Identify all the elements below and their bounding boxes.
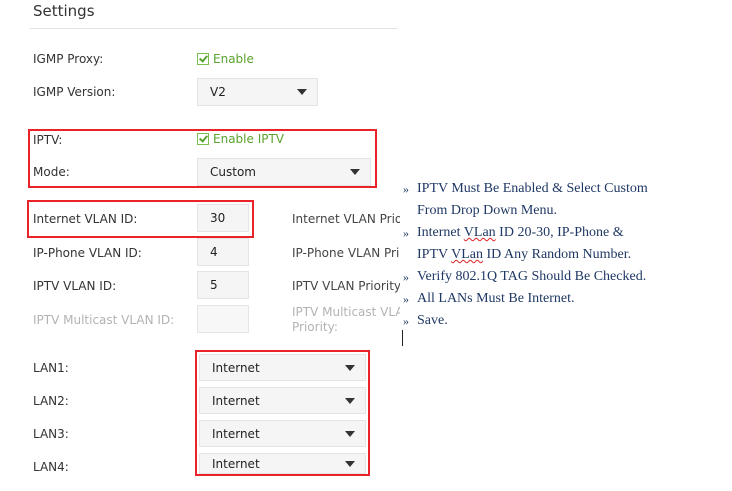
internet-vlan-priority-label: Internet VLAN Prio <box>292 212 400 226</box>
lan2-select[interactable]: Internet <box>199 387 366 414</box>
igmp-proxy-checkbox-label: Enable <box>213 52 254 66</box>
note-text: IPTV <box>417 247 452 262</box>
title-divider <box>30 28 398 29</box>
lan3-select[interactable]: Internet <box>199 420 366 447</box>
lan4-label: LAN4: <box>33 460 69 474</box>
chevron-down-icon <box>345 364 355 371</box>
iptv-vlan-input[interactable]: 5 <box>197 271 249 299</box>
multicast-priority-line2: Priority: <box>292 320 338 334</box>
igmp-version-value: V2 <box>210 85 226 99</box>
note-text: Verify 802.1Q TAG Should Be Checked. <box>417 269 647 284</box>
bullet-icon: » <box>403 226 409 240</box>
note-text: ID Any Random Number. <box>483 247 632 262</box>
igmp-version-label: IGMP Version: <box>33 85 116 99</box>
iptv-label: IPTV: <box>33 133 63 147</box>
bullet-icon: » <box>403 314 409 328</box>
note-text: From Drop Down Menu. <box>417 203 557 218</box>
phone-vlan-priority-label: IP-Phone VLAN Pri <box>292 246 400 260</box>
note-tag: » Verify 802.1Q TAG Should Be Checked. <box>403 266 728 288</box>
enable-iptv-checkbox[interactable]: Enable IPTV <box>197 132 284 146</box>
internet-vlan-input[interactable]: 30 <box>197 204 249 232</box>
lan4-value: Internet <box>212 456 260 471</box>
note-text: Save. <box>417 313 448 328</box>
lan2-label: LAN2: <box>33 394 69 408</box>
multicast-vlan-priority-label: IPTV Multicast VLA Priority: <box>292 305 400 335</box>
bullet-icon: » <box>403 182 409 196</box>
internet-vlan-label: Internet VLAN ID: <box>33 212 138 226</box>
lan1-select[interactable]: Internet <box>199 354 366 381</box>
mode-value: Custom <box>210 165 256 179</box>
note-text: VLan <box>451 247 483 262</box>
chevron-down-icon <box>350 169 360 175</box>
note-iptv-custom: » IPTV Must Be Enabled & Select Custom F… <box>403 178 728 222</box>
iptv-vlan-priority-label: IPTV VLAN Priority <box>292 279 400 293</box>
lan3-value: Internet <box>212 426 260 441</box>
page-title: Settings <box>33 2 95 20</box>
igmp-proxy-checkbox[interactable]: Enable <box>197 52 254 66</box>
chevron-down-icon <box>345 460 355 467</box>
lan1-label: LAN1: <box>33 361 69 375</box>
multicast-priority-line1: IPTV Multicast VLA <box>292 305 400 319</box>
multicast-vlan-input[interactable] <box>197 305 249 333</box>
bullet-icon: » <box>403 292 409 306</box>
note-text: Internet <box>417 225 464 240</box>
note-text: All LANs Must Be Internet. <box>417 291 575 306</box>
lan2-value: Internet <box>212 393 260 408</box>
checkbox-checked-icon <box>197 133 209 145</box>
lan4-select[interactable]: Internet <box>199 453 366 474</box>
multicast-vlan-label: IPTV Multicast VLAN ID: <box>33 313 175 327</box>
igmp-proxy-label: IGMP Proxy: <box>33 52 104 66</box>
instruction-notes: » IPTV Must Be Enabled & Select Custom F… <box>403 178 728 332</box>
note-text: ID 20-30, IP-Phone & <box>495 225 624 240</box>
chevron-down-icon <box>297 89 307 95</box>
note-save: » Save. <box>403 310 728 332</box>
chevron-down-icon <box>345 430 355 437</box>
chevron-down-icon <box>345 397 355 404</box>
bullet-icon: » <box>403 270 409 284</box>
note-text: IPTV Must Be Enabled & Select Custom <box>417 181 648 196</box>
igmp-version-select[interactable]: V2 <box>197 78 318 106</box>
text-cursor <box>402 330 403 346</box>
checkbox-checked-icon <box>197 53 209 65</box>
iptv-vlan-label: IPTV VLAN ID: <box>33 279 117 293</box>
note-vlan-ids: » Internet VLan ID 20-30, IP-Phone & IPT… <box>403 222 728 266</box>
note-lans: » All LANs Must Be Internet. <box>403 288 728 310</box>
note-text: VLan <box>463 225 496 240</box>
lan3-label: LAN3: <box>33 427 69 441</box>
enable-iptv-label: Enable IPTV <box>213 132 285 146</box>
lan1-value: Internet <box>212 360 260 375</box>
phone-vlan-label: IP-Phone VLAN ID: <box>33 246 142 260</box>
mode-label: Mode: <box>33 165 70 179</box>
phone-vlan-input[interactable]: 4 <box>197 238 249 266</box>
mode-select[interactable]: Custom <box>197 158 371 186</box>
